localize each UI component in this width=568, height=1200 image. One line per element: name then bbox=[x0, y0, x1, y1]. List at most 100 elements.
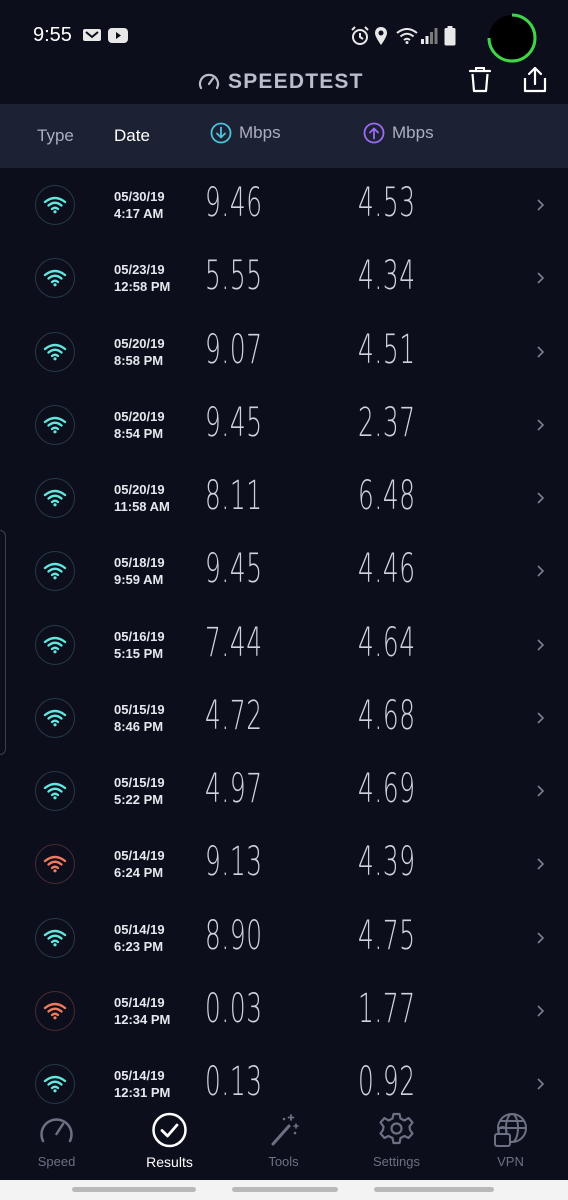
wifi-icon bbox=[35, 1064, 75, 1104]
result-row[interactable]: 05/30/19 4:17 AM 9.46 4.53 bbox=[0, 168, 568, 241]
result-date: 05/30/19 bbox=[114, 189, 165, 204]
gesture-pill-center[interactable] bbox=[232, 1187, 338, 1192]
chevron-right-icon bbox=[537, 492, 545, 504]
result-download-speed: 0.03 bbox=[205, 985, 263, 1032]
result-time: 5:15 PM bbox=[114, 645, 164, 661]
chevron-right-icon bbox=[537, 638, 545, 651]
result-row[interactable]: 05/15/19 5:22 PM 4.97 4.69 bbox=[0, 754, 568, 827]
column-date[interactable]: Date bbox=[114, 126, 150, 146]
result-download-speed: 9.46 bbox=[205, 180, 263, 226]
result-time: 9:59 AM bbox=[114, 572, 164, 588]
speedtest-progress-ring bbox=[487, 13, 537, 63]
result-row[interactable]: 05/14/19 12:31 PM 0.13 0.92 bbox=[0, 1047, 568, 1108]
result-time: 11:58 AM bbox=[114, 499, 170, 514]
wifi-icon bbox=[35, 917, 75, 958]
result-upload-speed: 6.48 bbox=[358, 473, 416, 519]
gesture-pill-left[interactable] bbox=[72, 1187, 196, 1192]
result-time: 8:54 PM bbox=[114, 425, 164, 441]
alarm-icon bbox=[351, 26, 369, 45]
result-upload-speed: 4.75 bbox=[358, 912, 416, 959]
result-row[interactable]: 05/14/19 12:34 PM 0.03 1.77 bbox=[0, 974, 568, 1047]
result-upload-speed: 4.34 bbox=[358, 253, 416, 300]
result-time: 5:22 PM bbox=[114, 792, 164, 807]
wifi-icon bbox=[35, 551, 75, 592]
column-upload[interactable]: Mbps bbox=[363, 122, 434, 144]
result-download-speed: 4.72 bbox=[205, 692, 263, 739]
result-row[interactable]: 05/16/19 5:15 PM 7.44 4.64 bbox=[0, 608, 568, 681]
result-row[interactable]: 05/14/19 6:24 PM 9.13 4.39 bbox=[0, 827, 568, 900]
result-download-speed: 8.90 bbox=[205, 912, 263, 959]
chevron-right-icon bbox=[537, 712, 545, 724]
chevron-right-icon bbox=[537, 785, 545, 797]
result-download-speed: 7.44 bbox=[205, 619, 263, 666]
signal-icon bbox=[421, 28, 438, 44]
result-upload-speed: 0.92 bbox=[358, 1059, 416, 1105]
column-download-label: Mbps bbox=[239, 123, 281, 142]
nav-settings[interactable]: Settings bbox=[340, 1104, 453, 1180]
result-download-speed: 0.13 bbox=[205, 1059, 263, 1105]
nav-settings-label: Settings bbox=[373, 1154, 420, 1169]
result-upload-speed: 4.46 bbox=[358, 546, 416, 593]
result-time: 8:58 PM bbox=[114, 352, 164, 368]
wifi-icon bbox=[35, 404, 75, 445]
share-icon[interactable] bbox=[522, 66, 548, 94]
results-list: 05/30/19 4:17 AM 9.46 4.53 05/23/19 12:58 PM 5… bbox=[0, 168, 568, 1108]
result-row[interactable]: 05/20/19 8:54 PM 9.45 2.37 bbox=[0, 388, 568, 461]
result-row[interactable]: 05/14/19 6:23 PM 8.90 4.75 bbox=[0, 901, 568, 974]
chevron-right-icon bbox=[537, 1005, 545, 1017]
gesture-pill-right[interactable] bbox=[374, 1187, 494, 1192]
result-date: 05/23/19 bbox=[114, 262, 165, 278]
result-download-speed: 4.97 bbox=[205, 766, 263, 812]
nav-tools[interactable]: Tools bbox=[227, 1104, 340, 1180]
result-date: 05/14/19 bbox=[114, 1068, 165, 1083]
result-date: 05/20/19 bbox=[114, 482, 165, 497]
result-date: 05/15/19 bbox=[114, 775, 165, 790]
result-date: 05/20/19 bbox=[114, 335, 165, 351]
result-row[interactable]: 05/20/19 8:58 PM 9.07 4.51 bbox=[0, 315, 568, 388]
nav-results[interactable]: Results bbox=[113, 1104, 226, 1180]
nav-speed[interactable]: Speed bbox=[0, 1104, 113, 1180]
result-time: 6:24 PM bbox=[114, 865, 164, 881]
wifi-icon bbox=[35, 258, 75, 299]
result-date: 05/20/19 bbox=[114, 408, 165, 424]
chevron-right-icon bbox=[537, 1078, 545, 1090]
wifi-icon bbox=[35, 478, 75, 518]
result-download-speed: 9.45 bbox=[205, 546, 263, 593]
app-title-wrap: SPEEDTEST bbox=[198, 68, 364, 96]
nav-speed-label: Speed bbox=[37, 1154, 76, 1169]
battery-icon bbox=[444, 26, 456, 46]
result-upload-speed: 4.69 bbox=[358, 766, 416, 812]
result-row[interactable]: 05/15/19 8:46 PM 4.72 4.68 bbox=[0, 681, 568, 754]
gesture-bar bbox=[0, 1180, 568, 1200]
wifi-icon bbox=[35, 697, 75, 738]
result-upload-speed: 4.53 bbox=[358, 180, 416, 226]
column-type[interactable]: Type bbox=[37, 126, 74, 146]
result-row[interactable]: 05/18/19 9:59 AM 9.45 4.46 bbox=[0, 534, 568, 607]
edge-panel-handle[interactable] bbox=[0, 530, 6, 755]
check-circle-icon bbox=[152, 1112, 187, 1148]
gear-icon bbox=[379, 1112, 414, 1145]
globe-lock-icon bbox=[494, 1113, 527, 1147]
delete-icon[interactable] bbox=[468, 66, 492, 94]
result-date: 05/14/19 bbox=[114, 848, 165, 864]
result-date: 05/14/19 bbox=[114, 921, 165, 937]
speedometer-icon bbox=[40, 1118, 73, 1143]
column-download[interactable]: Mbps bbox=[210, 122, 281, 144]
result-date: 05/15/19 bbox=[114, 701, 165, 717]
result-row[interactable]: 05/23/19 12:58 PM 5.55 4.34 bbox=[0, 241, 568, 314]
result-row[interactable]: 05/20/19 11:58 AM 8.11 6.48 bbox=[0, 461, 568, 534]
result-time: 6:23 PM bbox=[114, 938, 164, 954]
result-upload-speed: 4.68 bbox=[358, 692, 416, 739]
wifi-icon bbox=[35, 331, 75, 372]
chevron-right-icon bbox=[537, 931, 545, 944]
result-time: 8:46 PM bbox=[114, 718, 164, 734]
result-download-speed: 5.55 bbox=[205, 253, 263, 300]
column-header: Type Date Mbps Mbps bbox=[0, 104, 568, 168]
result-time: 4:17 AM bbox=[114, 206, 164, 221]
result-date: 05/14/19 bbox=[114, 994, 165, 1010]
result-download-speed: 9.13 bbox=[205, 839, 263, 886]
speedometer-logo-icon bbox=[198, 73, 220, 90]
nav-vpn[interactable]: VPN bbox=[454, 1104, 567, 1180]
download-arrow-icon bbox=[210, 122, 232, 144]
youtube-icon bbox=[108, 28, 128, 43]
